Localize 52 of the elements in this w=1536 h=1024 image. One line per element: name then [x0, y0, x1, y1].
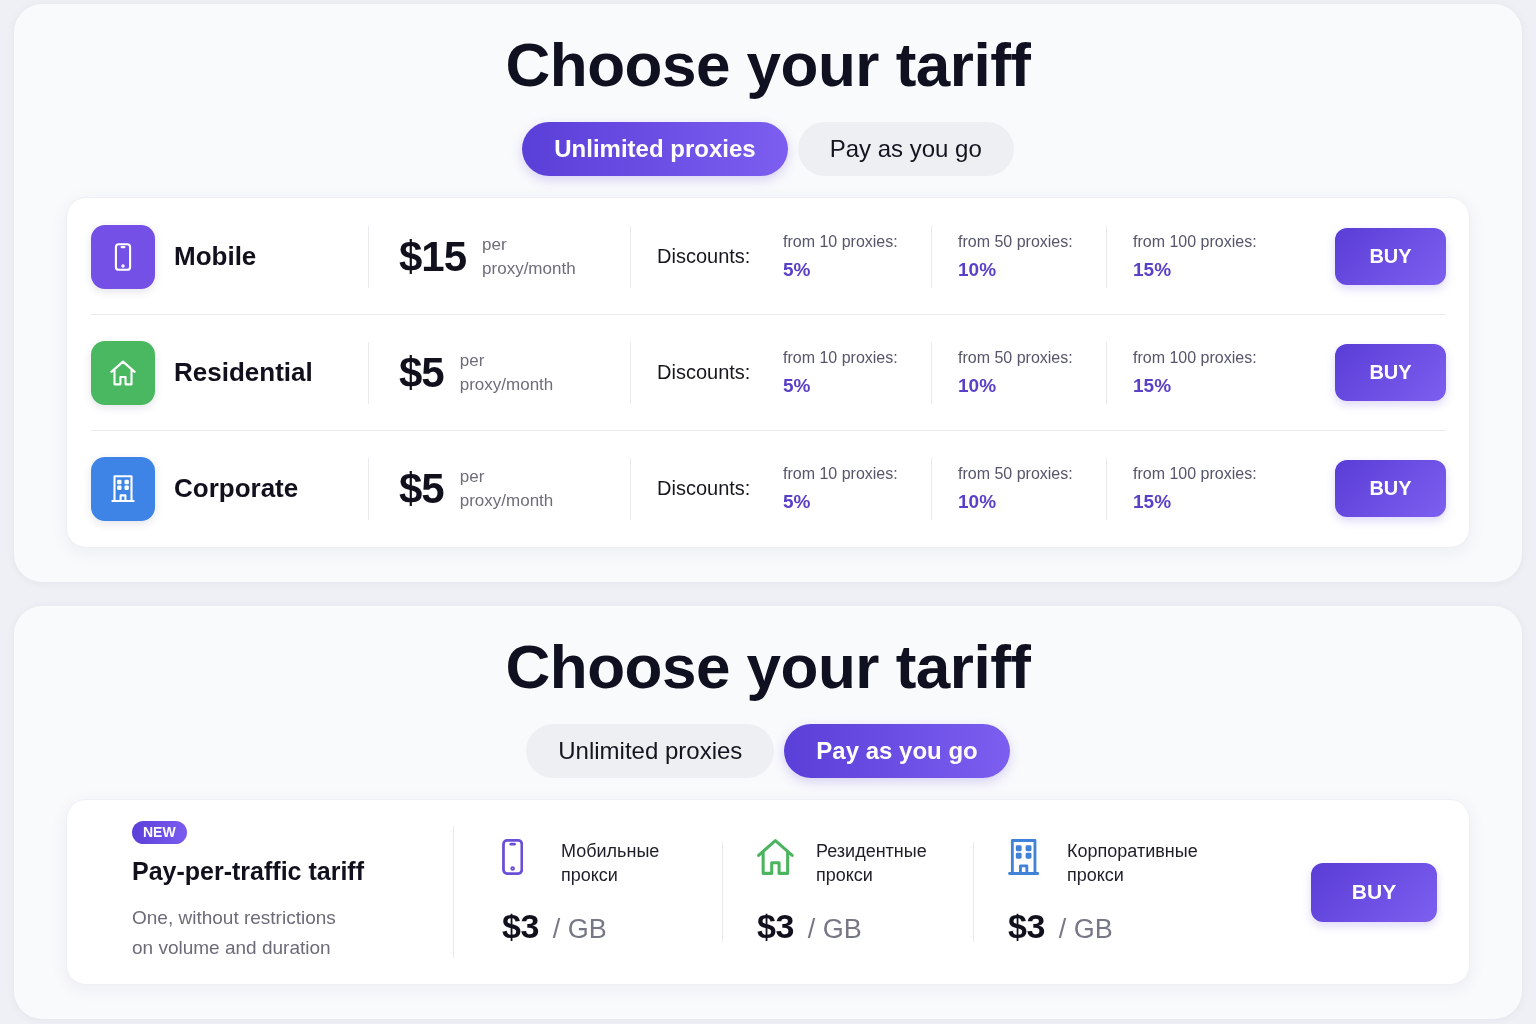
- price: $5: [399, 348, 444, 397]
- plan-name: Corporate: [174, 473, 299, 504]
- panel-title: Choose your tariff: [504, 33, 1032, 97]
- plan-name: Residential: [174, 357, 313, 388]
- discount-threshold: from 50 proxies:: [958, 463, 1073, 484]
- discounts-label: Discounts:: [657, 477, 751, 500]
- discount-value: 5%: [783, 257, 811, 282]
- tab[interactable]: Unlimited proxies: [522, 122, 788, 176]
- discount-value: 10%: [958, 257, 997, 282]
- price-unit: / GB: [1058, 913, 1113, 945]
- offer-title: Pay-per-traffic tariff: [132, 856, 364, 886]
- price-period: per proxy/month: [459, 465, 554, 512]
- discount-value: 10%: [958, 489, 997, 514]
- discount-threshold: from 10 proxies:: [783, 231, 898, 252]
- new-badge: NEW: [132, 821, 187, 844]
- discount-value: 5%: [783, 373, 811, 398]
- discount-threshold: from 100 proxies:: [1133, 463, 1257, 484]
- discount-threshold: from 50 proxies:: [958, 231, 1073, 252]
- proxy-type-name: Мобильные прокси: [561, 839, 660, 887]
- discount-threshold: from 100 proxies:: [1133, 347, 1257, 368]
- price: $5: [399, 464, 444, 513]
- discounts-label: Discounts:: [657, 361, 751, 384]
- offer-description: One, without restrictions on volume and duration: [132, 906, 337, 960]
- tab[interactable]: Pay as you go: [797, 122, 1014, 176]
- price-period: per proxy/month: [482, 233, 576, 280]
- proxy-type-name: Корпоративные прокси: [1067, 839, 1198, 887]
- panel-title: Choose your tariff: [504, 635, 1032, 699]
- discount-threshold: from 10 proxies:: [783, 347, 898, 368]
- discounts-label: Discounts:: [657, 245, 751, 268]
- buy-button[interactable]: BUY: [1311, 862, 1437, 922]
- discount-value: 10%: [958, 373, 997, 398]
- discount-value: 5%: [783, 489, 811, 514]
- proxy-type-name: Резидентные прокси: [816, 839, 927, 887]
- price-unit: / GB: [807, 913, 862, 945]
- discount-threshold: from 100 proxies:: [1133, 231, 1257, 252]
- discount-value: 15%: [1133, 257, 1172, 282]
- plan-name: Mobile: [174, 241, 257, 272]
- discount-threshold: from 10 proxies:: [783, 463, 898, 484]
- buy-button[interactable]: BUY: [1335, 460, 1446, 517]
- price-period: per proxy/month: [459, 349, 554, 396]
- price: $3: [757, 906, 794, 946]
- discount-threshold: from 50 proxies:: [958, 347, 1073, 368]
- discount-value: 15%: [1133, 489, 1172, 514]
- price: $15: [399, 232, 467, 281]
- price: $3: [502, 906, 539, 946]
- price: $3: [1008, 906, 1045, 946]
- buy-button[interactable]: BUY: [1335, 228, 1446, 285]
- price-unit: / GB: [552, 913, 607, 945]
- discount-value: 15%: [1133, 373, 1172, 398]
- tab[interactable]: Unlimited proxies: [526, 724, 775, 778]
- tab[interactable]: Pay as you go: [784, 724, 1010, 778]
- buy-button[interactable]: BUY: [1335, 344, 1446, 401]
